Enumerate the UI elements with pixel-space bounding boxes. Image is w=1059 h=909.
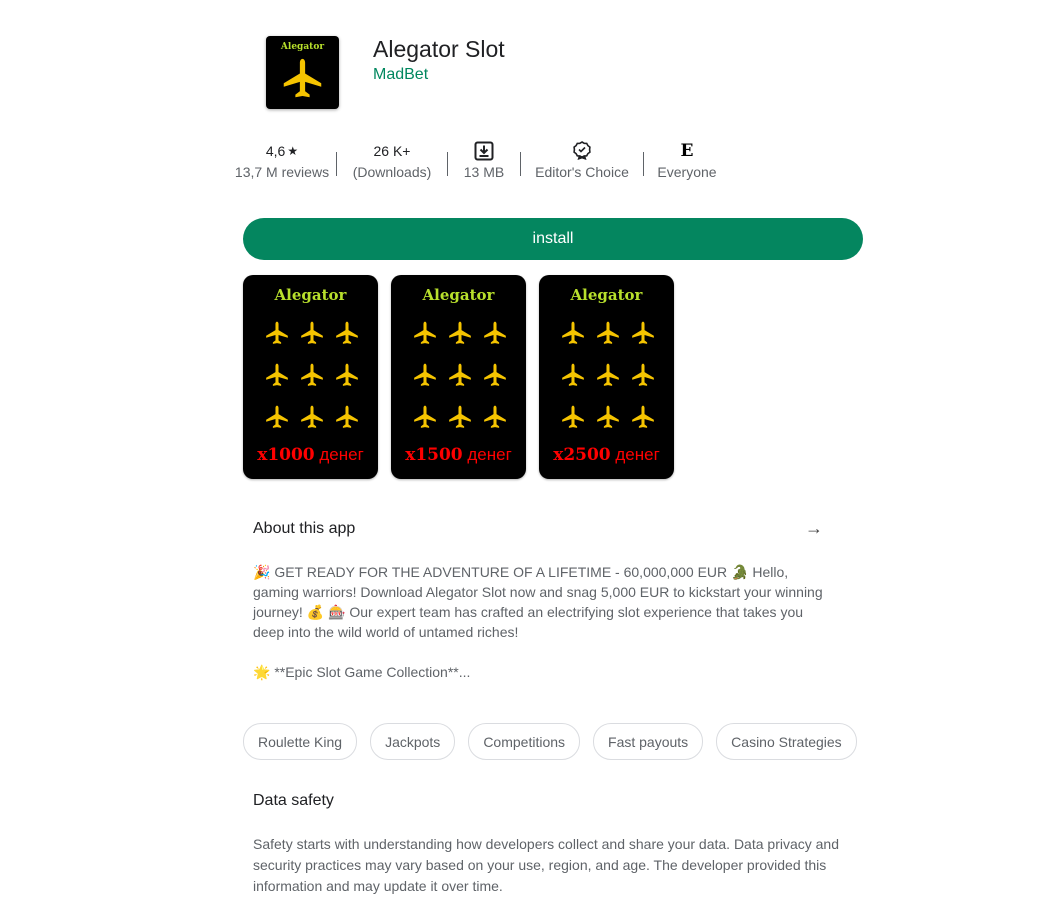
stat-downloads: 26 K+ (Downloads) <box>337 140 447 180</box>
airplane-icon <box>329 404 364 430</box>
screenshot-title: Alegator <box>422 286 495 304</box>
multiplier-suffix: денег <box>319 445 364 464</box>
downloads-value: 26 K+ <box>373 143 411 159</box>
airplane-icon <box>407 404 442 430</box>
airplane-icon <box>442 320 477 346</box>
description-paragraph: 🎉 GET READY FOR THE ADVENTURE OF A LIFET… <box>253 564 823 640</box>
editors-choice-icon <box>573 141 591 160</box>
airplane-icon <box>477 320 512 346</box>
airplane-icon <box>329 362 364 388</box>
screenshot[interactable]: Alegator x2500 денег <box>539 275 674 479</box>
chip-competitions[interactable]: Competitions <box>468 723 581 760</box>
airplane-icon <box>294 320 329 346</box>
screenshot[interactable]: Alegator x1000 денег <box>243 275 378 479</box>
airplane-icon <box>590 404 625 430</box>
install-button[interactable]: install <box>243 218 863 260</box>
airplane-icon <box>590 320 625 346</box>
data-safety-heading: Data safety <box>253 792 334 809</box>
airplane-icon <box>590 362 625 388</box>
screenshot-title: Alegator <box>274 286 347 304</box>
airplane-icon <box>407 362 442 388</box>
airplane-icon <box>625 404 660 430</box>
content-rating-label: Everyone <box>657 164 717 180</box>
multiplier-value: x2500 <box>553 445 611 465</box>
rating-value: 4,6 <box>265 143 286 159</box>
airplane-icon <box>259 404 294 430</box>
app-icon: Alegator <box>266 36 339 109</box>
plane-grid <box>407 320 512 430</box>
airplane-icon <box>555 404 590 430</box>
airplane-icon <box>477 404 512 430</box>
about-heading: About this app <box>253 520 356 537</box>
arrow-right-icon[interactable]: → <box>805 518 823 539</box>
app-icon-label: Alegator <box>280 42 325 52</box>
plane-grid <box>555 320 660 430</box>
rating-everyone-icon: E <box>680 141 694 161</box>
screenshot-multiplier: x1000 денег <box>243 445 378 465</box>
airplane-icon <box>555 362 590 388</box>
chip-fast-payouts[interactable]: Fast payouts <box>593 723 704 760</box>
reviews-count: 13,7 M reviews <box>234 164 330 180</box>
airplane-icon <box>329 320 364 346</box>
stat-content-rating: E Everyone <box>644 140 730 180</box>
developer-link[interactable]: MadBet <box>373 66 428 84</box>
data-safety-text: Safety starts with understanding how dev… <box>253 836 839 894</box>
multiplier-suffix: денег <box>615 445 660 464</box>
screenshot-carousel: Alegator x1000 денег Alegator x1500 дене… <box>243 275 674 479</box>
airplane-icon <box>259 362 294 388</box>
stat-editors-choice: Editor's Choice <box>521 140 643 180</box>
description-paragraph: 🌟 **Epic Slot Game Collection**... <box>253 664 471 680</box>
screenshot-multiplier: x2500 денег <box>539 445 674 465</box>
screenshot-multiplier: x1500 денег <box>391 445 526 465</box>
star-icon: ★ <box>287 144 299 158</box>
multiplier-suffix: денег <box>467 445 512 464</box>
chip-jackpots[interactable]: Jackpots <box>370 723 456 760</box>
about-description: 🎉 GET READY FOR THE ADVENTURE OF A LIFET… <box>253 562 833 682</box>
size-label: 13 MB <box>463 164 505 180</box>
airplane-icon <box>555 320 590 346</box>
stat-size: 13 MB <box>448 140 520 180</box>
app-title: Alegator Slot <box>373 36 505 62</box>
tag-chips: Roulette King Jackpots Competitions Fast… <box>243 723 857 760</box>
airplane-icon <box>294 404 329 430</box>
airplane-icon <box>477 362 512 388</box>
airplane-icon <box>625 320 660 346</box>
screenshot-title: Alegator <box>570 286 643 304</box>
airplane-icon <box>259 320 294 346</box>
downloads-label: (Downloads) <box>352 164 432 180</box>
editors-choice-label: Editor's Choice <box>535 164 629 180</box>
airplane-icon <box>442 362 477 388</box>
plane-grid <box>259 320 364 430</box>
airplane-icon <box>442 404 477 430</box>
chip-casino-strategies[interactable]: Casino Strategies <box>716 723 857 760</box>
multiplier-value: x1500 <box>405 445 463 465</box>
screenshot[interactable]: Alegator x1500 денег <box>391 275 526 479</box>
stat-rating: 4,6 ★ 13,7 M reviews <box>228 140 336 180</box>
airplane-icon <box>625 362 660 388</box>
app-stats: 4,6 ★ 13,7 M reviews 26 K+ (Downloads) 13… <box>228 140 730 180</box>
multiplier-value: x1000 <box>257 445 315 465</box>
airplane-icon <box>294 362 329 388</box>
airplane-icon <box>407 320 442 346</box>
chip-roulette-king[interactable]: Roulette King <box>243 723 358 760</box>
download-icon <box>474 141 494 161</box>
airplane-icon <box>283 58 322 98</box>
